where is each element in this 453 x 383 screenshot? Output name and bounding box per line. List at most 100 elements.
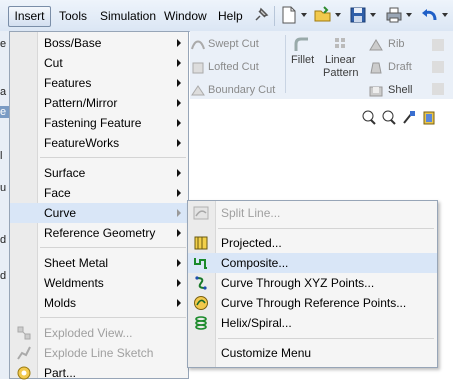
shell-label[interactable]: Shell (388, 84, 412, 96)
insert-menu: Boss/Base Cut Features Pattern/Mirror Fa… (9, 31, 189, 380)
menu-simulation[interactable]: Simulation (100, 8, 156, 24)
draft-label[interactable]: Draft (388, 61, 412, 73)
rib-label[interactable]: Rib (388, 38, 405, 50)
menu-item-label: Weldments (44, 276, 104, 290)
menu-item-sheet-metal[interactable]: Sheet Metal (10, 253, 188, 273)
submenu-arrow-icon (177, 229, 181, 237)
left-panel-text: d (0, 270, 7, 282)
zoom-to-area-icon (382, 110, 396, 125)
left-panel-text: e (0, 38, 7, 50)
open-dropdown-icon[interactable] (335, 13, 341, 17)
submenu-item-label: Customize Menu (221, 346, 312, 360)
menu-item-reference-geometry[interactable]: Reference Geometry (10, 223, 188, 243)
menu-item-explode-line-sketch[interactable]: Explode Line Sketch (10, 343, 188, 363)
left-panel-text: l (0, 150, 3, 162)
menu-item-curve[interactable]: Curve (10, 203, 188, 223)
submenu-arrow-icon (177, 39, 181, 47)
menu-item-cut[interactable]: Cut (10, 53, 188, 73)
menu-separator (40, 157, 186, 158)
menu-item-label: Sheet Metal (44, 256, 109, 270)
left-panel-text: e (0, 106, 9, 118)
submenu-item-composite[interactable]: Composite... (188, 253, 437, 273)
view-orientation-icon (403, 111, 415, 124)
menu-item-exploded-view[interactable]: Exploded View... (10, 323, 188, 343)
lofted-cut-label[interactable]: Lofted Cut (208, 61, 259, 73)
menu-separator (40, 317, 186, 318)
menu-window[interactable]: Window (164, 8, 207, 24)
split-line-icon (193, 206, 209, 220)
menu-separator (218, 228, 434, 229)
save-dropdown-icon[interactable] (370, 13, 376, 17)
new-document-icon[interactable] (279, 5, 299, 25)
more-tools-icon (432, 39, 444, 95)
submenu-item-curve-through-reference-points[interactable]: Curve Through Reference Points... (188, 293, 437, 313)
menu-item-label: Curve (44, 206, 77, 220)
view-toolbar (362, 110, 435, 125)
menu-item-part[interactable]: Part... (10, 363, 188, 383)
submenu-item-label: Split Line... (221, 206, 281, 220)
undo-icon[interactable] (420, 5, 440, 25)
menu-item-surface[interactable]: Surface (10, 163, 188, 183)
submenu-arrow-icon (177, 139, 181, 147)
menu-item-label: Features (44, 76, 92, 90)
submenu-item-label: Curve Through XYZ Points... (221, 276, 375, 290)
linear-pattern-label[interactable]: Linear (325, 54, 356, 66)
print-icon[interactable] (384, 5, 404, 25)
submenu-item-label: Composite... (221, 256, 289, 270)
pin-icon[interactable] (251, 5, 271, 25)
submenu-item-helix-spiral[interactable]: Helix/Spiral... (188, 313, 437, 333)
menu-item-featureworks[interactable]: FeatureWorks (10, 133, 188, 153)
menu-item-label: Fastening Feature (44, 116, 142, 130)
command-manager-ribbon: Swept Cut Lofted Cut Boundary Cut Fillet… (190, 31, 453, 100)
submenu-item-label: Projected... (221, 236, 282, 250)
menu-item-molds[interactable]: Molds (10, 293, 188, 313)
menu-help[interactable]: Help (218, 8, 243, 24)
submenu-arrow-icon (177, 59, 181, 67)
swept-cut-icon (191, 40, 205, 50)
submenu-item-curve-through-xyz-points[interactable]: Curve Through XYZ Points... (188, 273, 437, 293)
left-panel-text: d (0, 234, 7, 246)
open-folder-icon[interactable] (313, 5, 333, 25)
curve-submenu: Split Line... Projected... Composite... … (187, 200, 438, 368)
menu-item-label: Pattern/Mirror (44, 96, 118, 110)
submenu-arrow-icon (177, 189, 181, 197)
menu-item-label: FeatureWorks (44, 136, 120, 150)
print-dropdown-icon[interactable] (406, 13, 412, 17)
boundary-cut-icon (191, 85, 205, 96)
save-icon[interactable] (348, 5, 368, 25)
fillet-label[interactable]: Fillet (291, 54, 314, 66)
menu-item-fastening-feature[interactable]: Fastening Feature (10, 113, 188, 133)
menu-item-label: Explode Line Sketch (44, 346, 154, 360)
new-dropdown-icon[interactable] (301, 13, 307, 17)
submenu-arrow-icon (177, 79, 181, 87)
submenu-item-customize-menu[interactable]: Customize Menu (188, 343, 437, 363)
exploded-view-icon (17, 326, 31, 340)
menu-item-label: Exploded View... (44, 326, 133, 340)
left-panel-text: u (0, 182, 7, 194)
shell-icon (369, 86, 383, 97)
menu-item-label: Part... (44, 366, 77, 380)
submenu-arrow-icon (177, 99, 181, 107)
undo-dropdown-icon[interactable] (442, 13, 448, 17)
menu-item-features[interactable]: Features (10, 73, 188, 93)
helix-spiral-icon (195, 316, 207, 330)
boundary-cut-label[interactable]: Boundary Cut (208, 84, 275, 96)
menu-item-weldments[interactable]: Weldments (10, 273, 188, 293)
menu-tools[interactable]: Tools (59, 8, 87, 24)
menu-item-pattern-mirror[interactable]: Pattern/Mirror (10, 93, 188, 113)
fillet-icon (294, 37, 308, 51)
menu-insert[interactable]: Insert (8, 6, 51, 27)
menu-item-face[interactable]: Face (10, 183, 188, 203)
swept-cut-label[interactable]: Swept Cut (208, 38, 259, 50)
submenu-item-split-line[interactable]: Split Line... (188, 203, 437, 223)
menu-item-label: Cut (44, 56, 63, 70)
toolbar-separator (274, 6, 275, 26)
menu-item-label: Molds (44, 296, 77, 310)
menu-item-boss-base[interactable]: Boss/Base (10, 33, 188, 53)
submenu-arrow-icon (177, 209, 181, 217)
submenu-item-projected[interactable]: Projected... (188, 233, 437, 253)
menu-item-label: Surface (44, 166, 86, 180)
rib-icon (369, 39, 383, 51)
draft-icon (370, 62, 382, 74)
linear-pattern-label[interactable]: Pattern (323, 67, 358, 79)
